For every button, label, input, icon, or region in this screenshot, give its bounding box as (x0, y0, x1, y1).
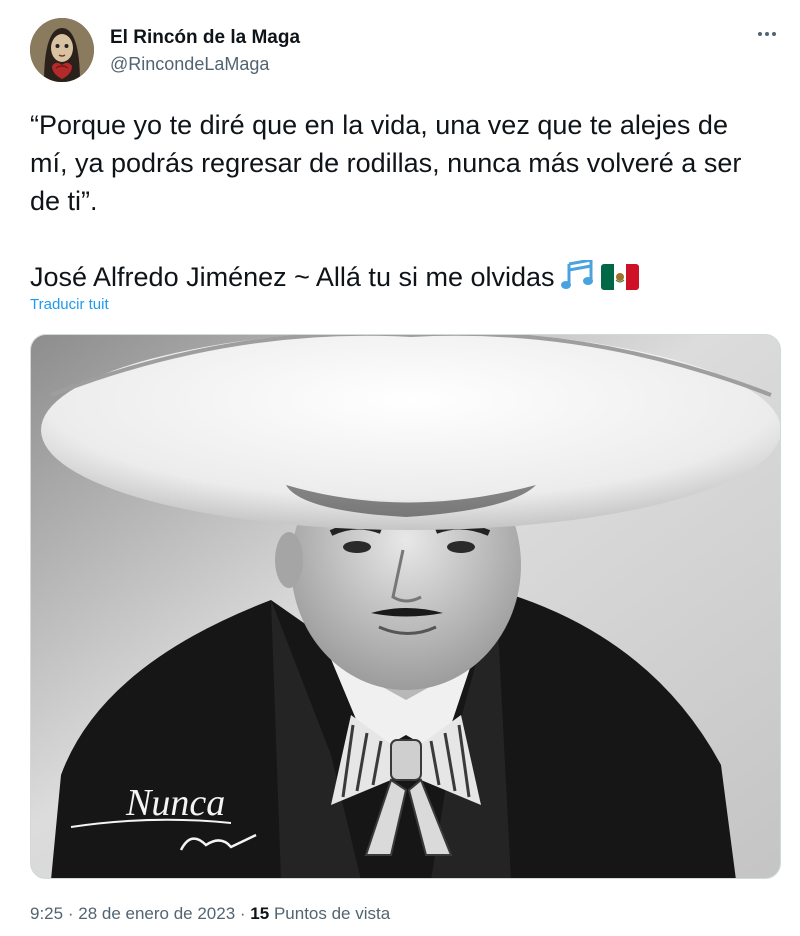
tweet-time[interactable]: 9:25 (30, 904, 63, 923)
author-block: El Rincón de la Maga @RincondeLaMaga (110, 26, 300, 76)
photo-signature: Nunca (125, 782, 225, 824)
tweet-paragraph-2-wrap: José Alfredo Jiménez ~ Allá tu si me olv… (30, 258, 770, 300)
tweet-date[interactable]: 28 de enero de 2023 (78, 904, 235, 923)
musical-notes-icon (560, 258, 595, 300)
tweet: El Rincón de la Maga @RincondeLaMaga “Po… (0, 0, 800, 936)
meta-separator: · (67, 904, 74, 923)
tweet-text: “Porque yo te diré que en la vida, una v… (30, 106, 770, 300)
meta-separator-2: · (239, 904, 246, 923)
views-label: Puntos de vista (273, 904, 391, 923)
display-name[interactable]: El Rincón de la Maga (110, 26, 300, 50)
avatar[interactable] (30, 18, 94, 82)
more-dots-icon (758, 32, 762, 36)
tweet-meta: 9:25 · 28 de enero de 2023 · 15 Puntos d… (30, 903, 390, 925)
mexico-flag-icon (600, 262, 639, 300)
tweet-paragraph-1: “Porque yo te diré que en la vida, una v… (30, 110, 742, 216)
tweet-photo[interactable]: Nunca (30, 334, 781, 879)
handle[interactable]: @RincondeLaMaga (110, 52, 300, 76)
translate-tweet-link[interactable]: Traducir tuit (30, 296, 109, 313)
tweet-paragraph-2: José Alfredo Jiménez ~ Allá tu si me olv… (30, 262, 555, 292)
more-options-button[interactable] (752, 22, 782, 46)
views-count: 15 (250, 904, 270, 923)
